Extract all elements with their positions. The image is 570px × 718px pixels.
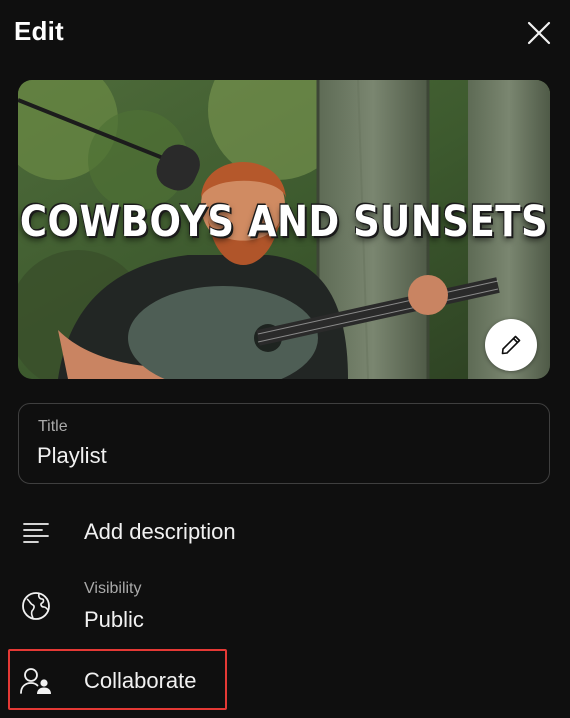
thumbnail-overlay-text: COWBOYS AND SUNSETS (19, 196, 549, 247)
highlight-box (8, 649, 227, 710)
playlist-thumbnail[interactable]: COWBOYS AND SUNSETS (18, 80, 550, 379)
close-icon (527, 21, 551, 45)
close-button[interactable] (520, 14, 558, 52)
edit-thumbnail-button[interactable] (485, 319, 537, 371)
pencil-icon (501, 335, 521, 355)
header: Edit (0, 0, 570, 68)
visibility-label: Visibility (84, 580, 142, 597)
title-field-label: Title (38, 418, 68, 435)
visibility-value: Public (84, 607, 144, 632)
globe-icon (18, 588, 54, 624)
add-description-row[interactable]: Add description (0, 506, 570, 558)
title-input[interactable] (37, 443, 517, 469)
title-field[interactable]: Title (18, 403, 550, 484)
page-title: Edit (14, 16, 64, 46)
add-description-label: Add description (84, 519, 236, 544)
description-lines-icon (18, 514, 54, 550)
visibility-row[interactable]: Visibility Public (0, 574, 570, 638)
